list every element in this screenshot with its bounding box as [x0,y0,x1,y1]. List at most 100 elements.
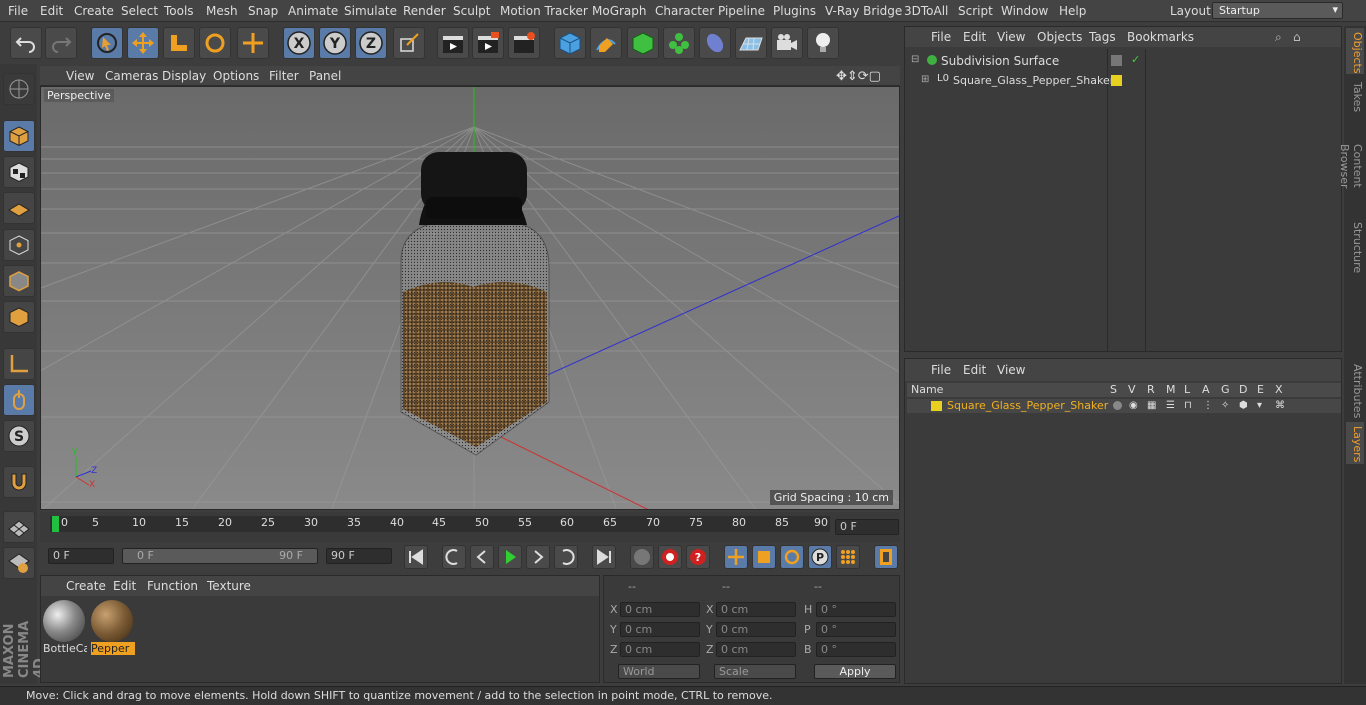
visibility-toggle[interactable] [1111,55,1122,66]
render-clapper-icon[interactable]: ▦ [1147,400,1156,411]
cube-object-button[interactable] [554,27,586,59]
tab-structure[interactable]: Structure [1346,218,1364,274]
viewport-menu-display[interactable]: Display [162,69,206,83]
render-picture-viewer-button[interactable] [472,27,504,59]
layout-select[interactable]: Startup [1212,2,1343,19]
subdivision-button[interactable] [627,27,659,59]
start-frame-field[interactable]: 0 F [48,548,114,564]
size-x-field[interactable]: 0 cm [716,602,796,617]
header-expressions[interactable]: E [1257,383,1264,396]
play-button[interactable] [498,545,522,569]
key-parameter-button[interactable]: P [808,545,832,569]
workplane-mode-button[interactable] [3,192,35,224]
floor-button[interactable] [735,27,767,59]
workplane-lock-button[interactable] [3,511,35,543]
material-menu-function[interactable]: Function [147,579,198,593]
menu-mesh[interactable]: Mesh [206,4,238,18]
menu-help[interactable]: Help [1059,4,1086,18]
header-solo[interactable]: S [1110,383,1117,396]
layer-color-tag[interactable] [1111,75,1122,86]
object-menu-bookmarks[interactable]: Bookmarks [1127,30,1194,44]
header-name[interactable]: Name [911,383,943,396]
next-frame-button[interactable] [526,545,550,569]
coordinate-system-button[interactable] [393,27,425,59]
coordinate-mode-select[interactable]: Scale [714,664,796,679]
enabled-check-icon[interactable]: ✓ [1131,53,1140,66]
y-axis-button[interactable]: Y [319,27,351,59]
scale-tool-button[interactable] [163,27,195,59]
end-frame-field[interactable]: 90 F [326,548,392,564]
viewport-menu-cameras[interactable]: Cameras [105,69,158,83]
texture-mode-button[interactable] [3,156,35,188]
material-bottlecap[interactable]: BottleCa [43,600,87,656]
menu-snap[interactable]: Snap [248,4,278,18]
frame-range-slider[interactable]: 0 F 90 F [122,548,318,564]
size-y-field[interactable]: 0 cm [716,622,796,637]
menu-create[interactable]: Create [74,4,114,18]
solo-button[interactable]: S [3,420,35,452]
autokey-button[interactable] [658,545,682,569]
keyframe-selection-button[interactable]: ? [686,545,710,569]
pen-spline-button[interactable] [590,27,622,59]
3d-viewport[interactable]: Y Z X Perspective Grid Spacing : 10 cm [40,86,900,510]
home-icon[interactable]: ⌂ [1293,30,1301,44]
next-key-button[interactable] [554,545,578,569]
animation-icon[interactable]: ⋮ [1203,400,1213,411]
point-mode-button[interactable] [3,229,35,261]
viewport-nav-icons[interactable]: ✥⇕⟳▢ [836,69,881,84]
material-menu-edit[interactable]: Edit [113,579,136,593]
material-menu-create[interactable]: Create [66,579,106,593]
layer-menu-edit[interactable]: Edit [963,363,986,377]
layer-row[interactable]: Square_Glass_Pepper_Shaker ◉ ▦ ☰ ⊓ ⋮ ✧ ⬢… [907,399,1341,413]
menu-3dtoall[interactable]: 3DToAll [904,4,948,18]
deformer-button[interactable] [699,27,731,59]
expression-icon[interactable]: ▾ [1257,400,1262,411]
render-view-button[interactable] [437,27,469,59]
object-row-subdivision[interactable]: ⊟ Subdivision Surface [909,53,1109,69]
key-scale-button[interactable] [752,545,776,569]
record-keys-button[interactable] [630,545,654,569]
model-mode-button[interactable] [3,120,35,152]
header-manager[interactable]: M [1166,383,1176,396]
xref-icon[interactable]: ⌘ [1275,400,1285,411]
header-generators[interactable]: G [1221,383,1230,396]
x-axis-button[interactable]: X [283,27,315,59]
material-menu-texture[interactable]: Texture [207,579,251,593]
object-menu-tags[interactable]: Tags [1089,30,1116,44]
tab-content-browser[interactable]: Content Browser [1338,118,1364,214]
header-render[interactable]: R [1147,383,1155,396]
move-tool-button[interactable] [127,27,159,59]
position-y-field[interactable]: 0 cm [620,622,700,637]
snap-button[interactable] [3,466,35,498]
menu-motion-tracker[interactable]: Motion Tracker [500,4,588,18]
menu-window[interactable]: Window [1001,4,1048,18]
search-icon[interactable]: ⌕ [1275,30,1282,45]
prev-key-button[interactable] [442,545,466,569]
render-settings-button[interactable] [508,27,540,59]
menu-script[interactable]: Script [958,4,993,18]
tab-layers[interactable]: Layers [1346,422,1364,464]
go-to-start-button[interactable] [404,545,428,569]
live-selection-button[interactable] [91,27,123,59]
menu-plugins[interactable]: Plugins [773,4,816,18]
axis-mode-button[interactable] [3,348,35,380]
timeline-window-button[interactable] [874,545,898,569]
rotate-tool-button[interactable] [199,27,231,59]
layer-menu-file[interactable]: File [931,363,951,377]
header-locked[interactable]: L [1184,383,1190,396]
deformer-icon[interactable]: ⬢ [1239,400,1248,411]
object-menu-edit[interactable]: Edit [963,30,986,44]
polygon-mode-button[interactable] [3,301,35,333]
timeline-ruler[interactable]: 0 5 10 15 20 25 30 35 40 45 50 55 60 65 … [40,512,900,542]
mograph-cloner-button[interactable] [663,27,695,59]
go-to-end-button[interactable] [592,545,616,569]
menu-vray-bridge[interactable]: V-Ray Bridge [825,4,902,18]
undo-button[interactable] [10,27,42,59]
menu-tools[interactable]: Tools [164,4,194,18]
tab-attributes[interactable]: Attributes [1346,360,1364,418]
object-menu-view[interactable]: View [997,30,1025,44]
menu-mograph[interactable]: MoGraph [592,4,647,18]
layer-menu-view[interactable]: View [997,363,1025,377]
menu-select[interactable]: Select [121,4,158,18]
tab-objects[interactable]: Objects [1346,28,1364,74]
